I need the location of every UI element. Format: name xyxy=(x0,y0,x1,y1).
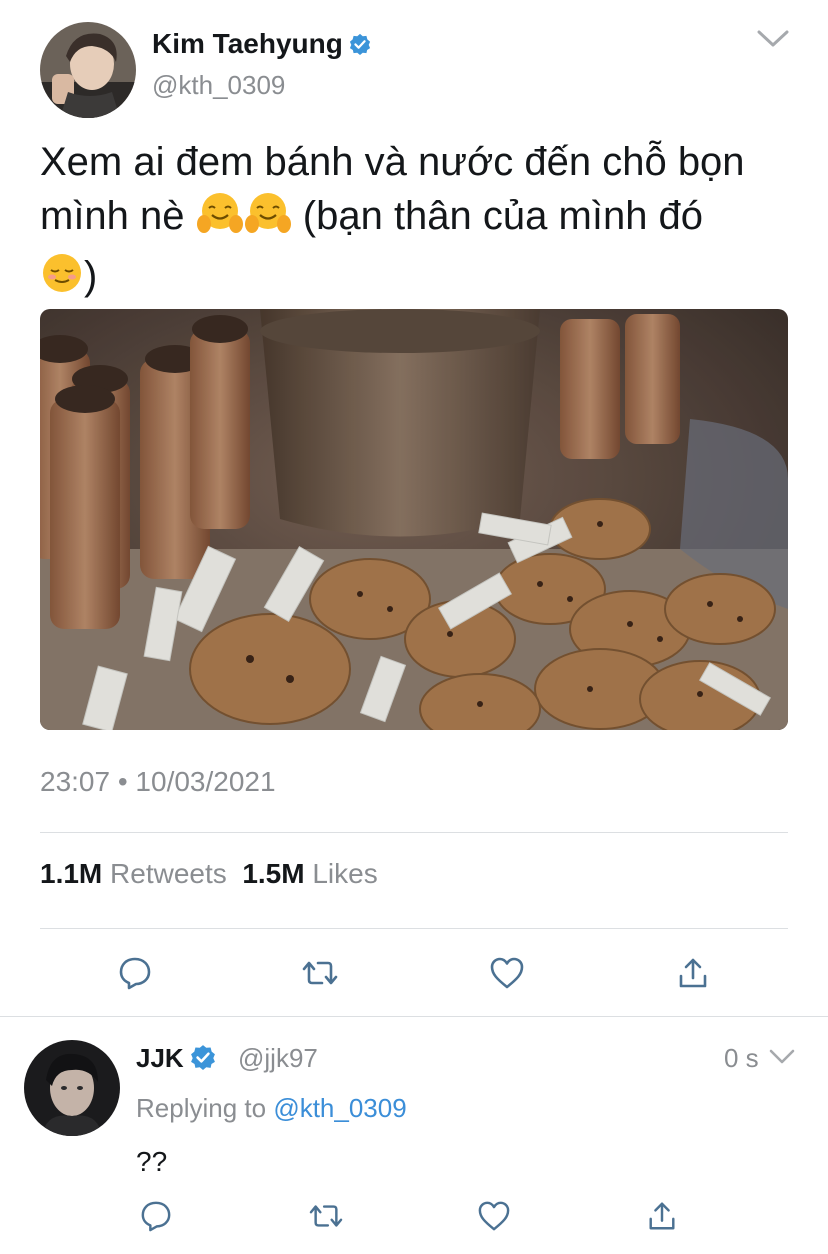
hugging-face-emoji-icon xyxy=(196,191,244,249)
verified-badge-icon xyxy=(349,30,371,62)
reply-button[interactable] xyxy=(112,950,158,996)
replying-prefix: Replying to xyxy=(136,1093,274,1123)
retweets-count[interactable]: 1.1M xyxy=(40,858,102,889)
heart-icon xyxy=(478,1201,510,1231)
likes-stat[interactable]: 1.5M Likes xyxy=(242,858,377,889)
reply-author-handle[interactable]: @jjk97 xyxy=(238,1043,318,1074)
reply-button[interactable] xyxy=(134,1194,178,1238)
tweet-media-image[interactable] xyxy=(40,309,788,730)
tweet-timestamp[interactable]: 23:07 • 10/03/2021 xyxy=(40,766,276,798)
like-button[interactable] xyxy=(472,1194,516,1238)
share-icon xyxy=(679,958,707,988)
reply-author-name-text[interactable]: JJK xyxy=(136,1043,184,1073)
section-divider xyxy=(0,1016,828,1017)
retweet-icon xyxy=(309,1205,343,1227)
reply-text: ?? xyxy=(136,1146,168,1177)
share-button[interactable] xyxy=(640,1194,684,1238)
retweet-icon xyxy=(302,961,338,985)
tweet-text-segment: ) xyxy=(84,254,98,298)
replying-to: Replying to @kth_0309 xyxy=(136,1093,407,1124)
chevron-down-icon[interactable] xyxy=(756,28,790,55)
share-icon xyxy=(649,1202,675,1230)
tweet-text-line-1: Xem ai đem bánh và nước đến chỗ bọn xyxy=(40,140,745,184)
reply-author-avatar[interactable] xyxy=(24,1040,120,1136)
divider xyxy=(40,832,788,833)
retweet-button[interactable] xyxy=(304,1194,348,1238)
like-button[interactable] xyxy=(484,950,530,996)
hugging-face-emoji-icon xyxy=(244,191,292,249)
likes-label[interactable]: Likes xyxy=(312,858,377,889)
author-handle[interactable]: @kth_0309 xyxy=(152,70,285,101)
reply-author-name[interactable]: JJK xyxy=(136,1043,216,1077)
tweet-text-line-3: ) xyxy=(40,249,800,309)
likes-count[interactable]: 1.5M xyxy=(242,858,304,889)
tweet-stats: 1.1M Retweets 1.5M Likes xyxy=(40,858,378,890)
tweet-text-line-2: mình nè (bạn thân của mình đó xyxy=(40,189,800,249)
reply-icon xyxy=(119,957,151,990)
reply-time: 0 s xyxy=(724,1043,759,1073)
author-name[interactable]: Kim Taehyung xyxy=(152,28,371,62)
retweet-button[interactable] xyxy=(297,950,343,996)
divider xyxy=(40,928,788,929)
verified-badge-icon xyxy=(190,1044,216,1077)
chevron-down-icon[interactable] xyxy=(768,1048,796,1071)
heart-icon xyxy=(490,957,524,989)
tweet-text: Xem ai đem bánh và nước đến chỗ bọn mình… xyxy=(40,135,800,309)
tweet-text-segment: (bạn thân của mình đó xyxy=(291,194,704,238)
mention-link[interactable]: @kth_0309 xyxy=(273,1093,406,1123)
reply-icon xyxy=(141,1201,171,1232)
tweet-text-segment: mình nè xyxy=(40,194,196,238)
author-name-text[interactable]: Kim Taehyung xyxy=(152,28,343,59)
relieved-face-emoji-icon xyxy=(40,251,84,309)
author-avatar[interactable] xyxy=(40,22,136,118)
retweets-stat[interactable]: 1.1M Retweets xyxy=(40,858,227,889)
share-button[interactable] xyxy=(670,950,716,996)
retweets-label[interactable]: Retweets xyxy=(110,858,227,889)
